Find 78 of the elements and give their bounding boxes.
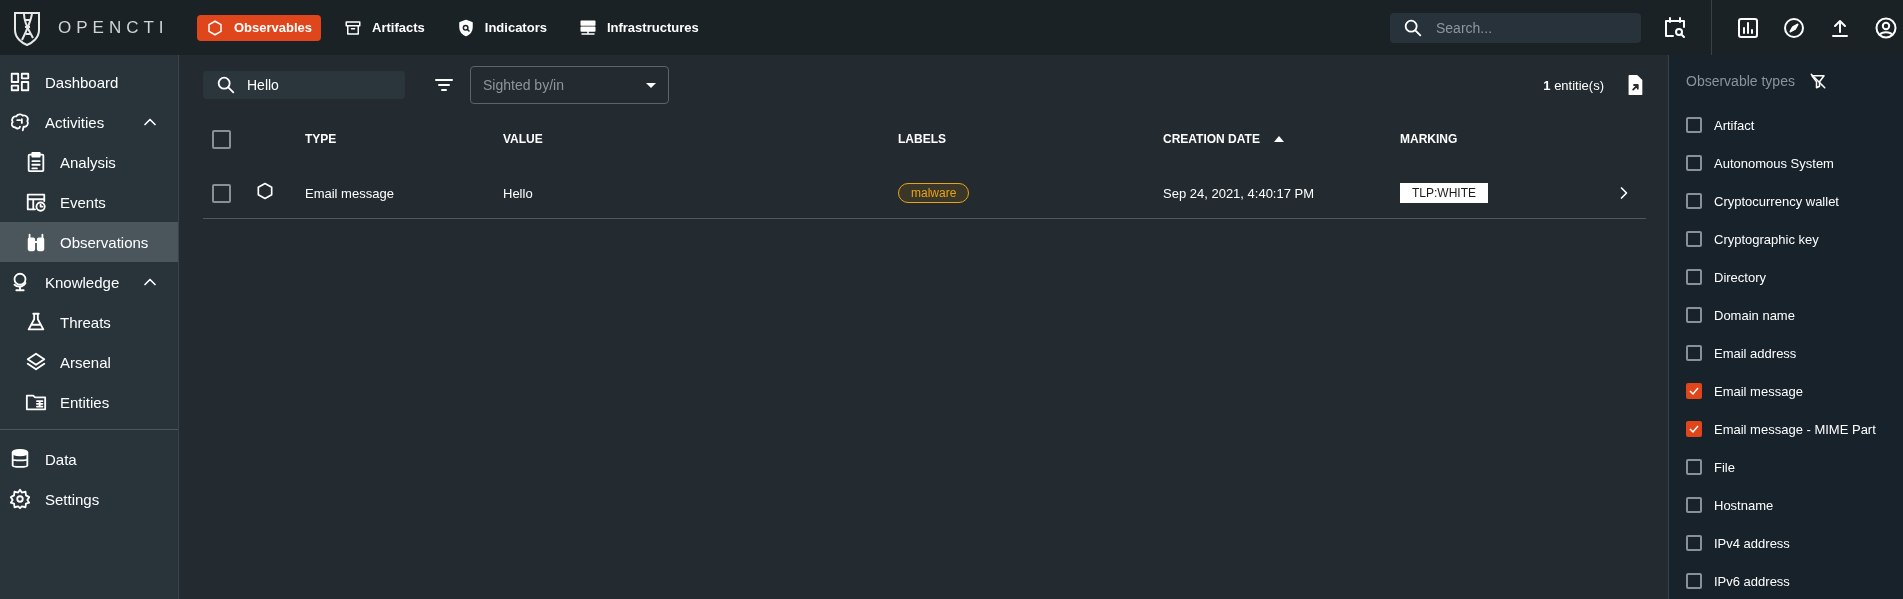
- nav-tab[interactable]: Indicators: [447, 14, 556, 41]
- settings-icon: [9, 488, 31, 510]
- logo-icon: [12, 9, 42, 46]
- sidebar-item[interactable]: Arsenal: [0, 342, 178, 382]
- column-header[interactable]: CREATION DATE: [1163, 132, 1284, 146]
- binoculars-icon: [25, 231, 47, 253]
- search-field[interactable]: Search...: [1390, 12, 1641, 43]
- entity-count: 1 entitie(s): [1543, 77, 1604, 93]
- checkbox-label: Cryptographic key: [1714, 231, 1819, 247]
- checkbox[interactable]: [1686, 535, 1702, 551]
- checkbox[interactable]: [1686, 193, 1702, 209]
- checkbox-label: Domain name: [1714, 307, 1795, 323]
- checkbox-label: IPv4 address: [1714, 535, 1790, 551]
- checkbox[interactable]: [1686, 307, 1702, 323]
- nav-tab[interactable]: Infrastructures: [569, 14, 708, 41]
- column-header[interactable]: MARKING: [1400, 132, 1458, 146]
- check-icon: [1688, 385, 1700, 397]
- checkbox[interactable]: [1686, 421, 1702, 437]
- marking-tag: TLP:WHITE: [1400, 183, 1488, 203]
- sidebar-item[interactable]: Activities: [0, 102, 178, 142]
- panel-title: Observable types: [1686, 73, 1795, 89]
- column-header[interactable]: TYPE: [305, 132, 337, 146]
- hexagon-icon: [255, 181, 275, 201]
- clipboard-icon: [25, 151, 47, 173]
- checkbox[interactable]: [1686, 383, 1702, 399]
- sighted-dropdown[interactable]: Sighted by/in: [470, 66, 669, 104]
- row-checkbox[interactable]: [212, 183, 231, 203]
- checkbox[interactable]: [1686, 117, 1702, 133]
- checkbox[interactable]: [1686, 231, 1702, 247]
- sidebar-item[interactable]: Events: [0, 182, 178, 222]
- column-header[interactable]: VALUE: [503, 132, 543, 146]
- sidebar-item[interactable]: Entities: [0, 382, 178, 422]
- sidebar-item[interactable]: Settings: [0, 479, 178, 519]
- sidebar-item[interactable]: Threats: [0, 302, 178, 342]
- layers-icon: [25, 351, 47, 373]
- sidebar-item[interactable]: Knowledge: [0, 262, 178, 302]
- shield-icon: [456, 18, 475, 37]
- checkbox[interactable]: [1686, 573, 1702, 589]
- checkbox[interactable]: [1686, 459, 1702, 475]
- checkbox-label: Autonomous System: [1714, 155, 1834, 171]
- column-header[interactable]: LABELS: [898, 132, 946, 146]
- checkbox-label: Directory: [1714, 269, 1766, 285]
- checkbox-label: File: [1714, 459, 1735, 475]
- nav-tab[interactable]: Observables: [197, 14, 322, 41]
- table-cell-text: Sep 24, 2021, 4:40:17 PM: [1163, 185, 1316, 201]
- checkbox[interactable]: [1686, 269, 1702, 285]
- search-field[interactable]: Hello: [203, 71, 405, 99]
- sidebar-item[interactable]: Observations: [0, 222, 178, 262]
- sidebar-item[interactable]: Data: [0, 439, 178, 479]
- check-icon: [1688, 423, 1700, 435]
- logo-text: OPENCTI: [58, 17, 169, 38]
- dashboard-icon: [9, 71, 31, 93]
- checkbox-label: Email message - MIME Part: [1714, 421, 1876, 437]
- select-all-checkbox[interactable]: [212, 129, 231, 149]
- sidebar-item[interactable]: Dashboard: [0, 62, 178, 102]
- calendar-clock-icon: [25, 191, 47, 213]
- hexagon-icon: [206, 18, 224, 37]
- brain-icon: [9, 111, 31, 133]
- checkbox-label: Cryptocurrency wallet: [1714, 193, 1839, 209]
- table-row[interactable]: Email message Hello malware Sep 24, 2021, 4:40:17 PM TLP:WHITE: [203, 168, 1646, 219]
- checkbox-label: Hostname: [1714, 497, 1774, 513]
- nav-tab[interactable]: Artifacts: [335, 14, 434, 41]
- checkbox[interactable]: [1686, 345, 1702, 361]
- database-icon: [9, 448, 31, 470]
- sidebar-item[interactable]: Analysis: [0, 142, 178, 182]
- table-cell-text: Hello: [503, 185, 534, 201]
- checkbox-label: Artifact: [1714, 117, 1755, 133]
- archive-box-icon: [344, 18, 363, 37]
- sort-arrow-icon: [1273, 136, 1284, 142]
- label-tag: malware: [898, 183, 970, 203]
- checkbox-label: Email message: [1714, 383, 1803, 399]
- flask-icon: [25, 311, 47, 333]
- checkbox[interactable]: [1686, 155, 1702, 171]
- server-icon: [578, 18, 597, 37]
- checkbox[interactable]: [1686, 497, 1702, 513]
- table-cell-text: Email message: [305, 185, 395, 201]
- checkbox-label: IPv6 address: [1714, 573, 1790, 589]
- checkbox-label: Email address: [1714, 345, 1797, 361]
